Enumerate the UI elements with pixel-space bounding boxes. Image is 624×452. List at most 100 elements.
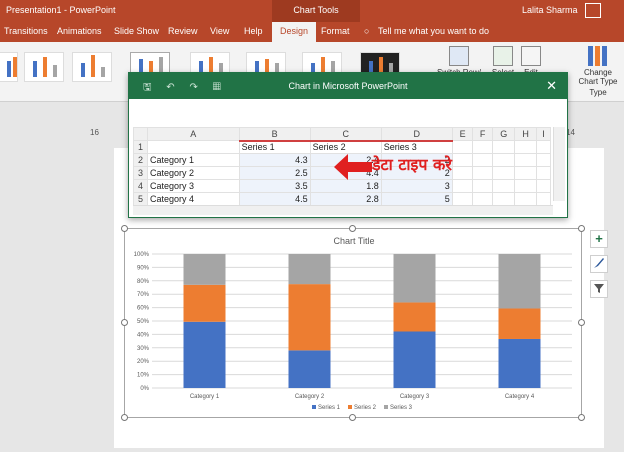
legend-label: Series 2 (354, 405, 377, 411)
resize-handle[interactable] (121, 225, 128, 232)
chart-title[interactable]: Chart Title (333, 236, 374, 246)
resize-handle[interactable] (349, 225, 356, 232)
tab-review[interactable]: Review (168, 26, 198, 36)
chart-style-thumb[interactable] (0, 52, 18, 82)
vertical-scrollbar[interactable] (553, 127, 565, 201)
spreadsheet-cell[interactable] (491, 192, 516, 206)
ribbon-display-options-icon[interactable] (585, 3, 601, 18)
column-header[interactable] (133, 127, 148, 141)
spreadsheet-cell[interactable] (472, 166, 493, 180)
row-header[interactable]: 4 (133, 179, 148, 193)
bar-segment[interactable] (183, 254, 226, 285)
spreadsheet-cell[interactable] (451, 140, 474, 154)
bar-segment[interactable] (183, 284, 226, 322)
chart-style-thumb[interactable] (72, 52, 112, 82)
column-header[interactable]: C (309, 127, 382, 141)
tab-transitions[interactable]: Transitions (4, 26, 48, 36)
spreadsheet-cell[interactable]: 4.3 (238, 153, 311, 167)
spreadsheet-cell[interactable] (451, 192, 474, 206)
bar-segment[interactable] (288, 254, 331, 285)
spreadsheet-cell[interactable]: 5 (380, 192, 453, 206)
spreadsheet-cell[interactable] (491, 153, 516, 167)
bar-segment[interactable] (288, 350, 331, 388)
spreadsheet-cell[interactable]: 3 (380, 179, 453, 193)
row-header[interactable]: 5 (133, 192, 148, 206)
spreadsheet-cell[interactable]: 2.5 (238, 166, 311, 180)
y-tick-label: 20% (137, 359, 150, 365)
spreadsheet-cell[interactable] (472, 192, 493, 206)
spreadsheet-cell[interactable] (535, 192, 552, 206)
spreadsheet-cell[interactable] (514, 153, 537, 167)
column-header[interactable]: F (472, 127, 493, 141)
bar-segment[interactable] (288, 284, 331, 351)
spreadsheet-cell[interactable] (514, 179, 537, 193)
bar-segment[interactable] (393, 302, 436, 332)
spreadsheet-cell[interactable]: Category 4 (147, 192, 240, 206)
spreadsheet-cell[interactable] (472, 179, 493, 193)
bar-segment[interactable] (498, 308, 541, 339)
spreadsheet-cell[interactable]: Series 1 (238, 139, 311, 154)
spreadsheet-cell[interactable] (514, 192, 537, 206)
spreadsheet-cell[interactable] (514, 140, 537, 154)
chart-style-thumb[interactable] (24, 52, 64, 82)
spreadsheet-cell[interactable] (472, 153, 493, 167)
column-header[interactable]: A (147, 127, 240, 141)
spreadsheet-cell[interactable] (491, 179, 516, 193)
tab-design[interactable]: Design (272, 22, 317, 42)
resize-handle[interactable] (121, 414, 128, 421)
tab-slide-show[interactable]: Slide Show (114, 26, 159, 36)
tab-view[interactable]: View (210, 26, 229, 36)
resize-handle[interactable] (349, 414, 356, 421)
column-header[interactable]: I (535, 127, 552, 141)
bar-segment[interactable] (393, 254, 436, 303)
chart-elements-button[interactable]: + (590, 230, 608, 248)
spreadsheet-cell[interactable] (451, 179, 474, 193)
tab-animations[interactable]: Animations (57, 26, 102, 36)
row-header[interactable]: 3 (133, 166, 148, 180)
tab-format[interactable]: Format (321, 26, 350, 36)
bar-segment[interactable] (393, 331, 436, 388)
spreadsheet-cell[interactable]: Series 3 (380, 139, 453, 154)
spreadsheet-cell[interactable]: 4.5 (238, 192, 311, 206)
spreadsheet-cell[interactable] (147, 140, 240, 154)
close-icon[interactable]: ✕ (546, 78, 557, 94)
filter-icon[interactable] (590, 280, 608, 298)
column-header[interactable]: E (451, 127, 474, 141)
spreadsheet-cell[interactable] (535, 140, 552, 154)
change-chart-type-button[interactable]: Change Chart Type Type (574, 46, 622, 97)
spreadsheet-cell[interactable]: Series 2 (309, 139, 382, 154)
bar-segment[interactable] (498, 254, 541, 309)
bar-segment[interactable] (498, 338, 541, 388)
stacked-bar-chart[interactable]: Chart Title 0% 10% 20% 30% 40% 50% 60% 70% 80% 90… (128, 232, 580, 412)
spreadsheet-cell[interactable] (535, 166, 552, 180)
bar-segment[interactable] (183, 321, 226, 388)
column-header[interactable]: G (491, 127, 516, 141)
tell-me-search[interactable]: Tell me what you want to do (378, 26, 489, 36)
column-header[interactable]: D (380, 127, 453, 141)
column-header[interactable]: H (514, 127, 537, 141)
user-name[interactable]: Lalita Sharma (522, 5, 578, 15)
row-header[interactable]: 1 (133, 140, 148, 154)
spreadsheet-cell[interactable] (491, 140, 516, 154)
spreadsheet-cell[interactable]: 2.8 (309, 192, 382, 206)
spreadsheet-cell[interactable] (451, 166, 474, 180)
brush-icon[interactable] (590, 255, 608, 273)
spreadsheet-cell[interactable]: Category 1 (147, 153, 240, 167)
row-header[interactable]: 2 (133, 153, 148, 167)
y-tick-label: 30% (137, 346, 150, 352)
spreadsheet-cell[interactable]: Category 2 (147, 166, 240, 180)
resize-handle[interactable] (578, 414, 585, 421)
spreadsheet-cell[interactable] (472, 140, 493, 154)
horizontal-scrollbar[interactable] (133, 205, 553, 215)
spreadsheet-cell[interactable] (514, 166, 537, 180)
spreadsheet-cell[interactable]: Category 3 (147, 179, 240, 193)
resize-handle[interactable] (578, 225, 585, 232)
spreadsheet-cell[interactable] (535, 179, 552, 193)
spreadsheet-cell[interactable] (451, 153, 474, 167)
spreadsheet-cell[interactable] (535, 153, 552, 167)
spreadsheet-cell[interactable]: 3.5 (238, 179, 311, 193)
resize-handle[interactable] (121, 319, 128, 326)
column-header[interactable]: B (238, 127, 311, 141)
tab-help[interactable]: Help (244, 26, 263, 36)
spreadsheet-cell[interactable] (491, 166, 516, 180)
